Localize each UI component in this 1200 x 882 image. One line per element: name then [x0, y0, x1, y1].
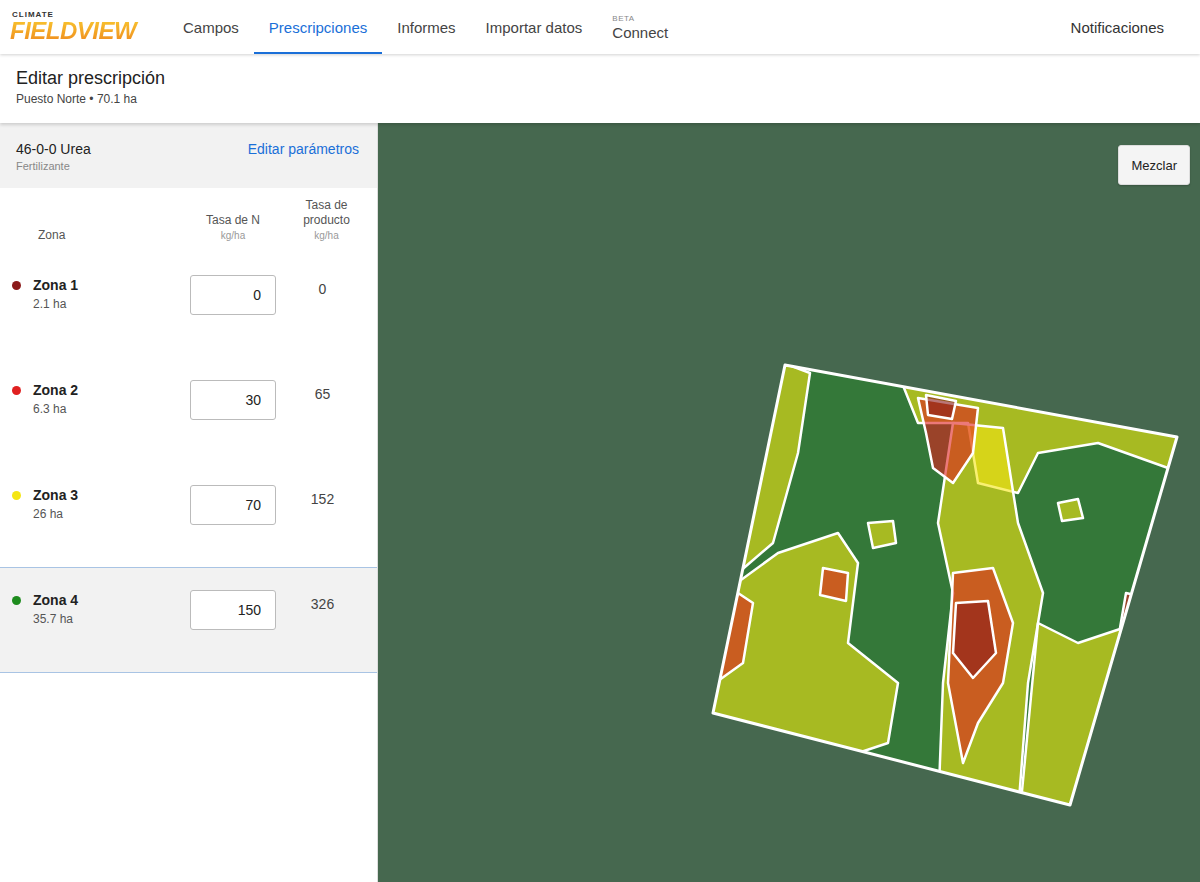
product-rate: 152: [276, 485, 377, 507]
zone-area: 6.3 ha: [33, 402, 78, 416]
edit-parameters-link[interactable]: Editar parámetros: [248, 141, 359, 157]
n-rate-input[interactable]: [190, 275, 276, 315]
product-rate: 0: [276, 275, 377, 297]
zone-area-shape: [868, 521, 896, 548]
logo-top: CLIMATE: [12, 11, 160, 19]
zone-area-shape: [703, 533, 898, 763]
logo[interactable]: CLIMATEFIELDVIEW: [10, 0, 160, 54]
zone-dot: [12, 386, 21, 395]
prescription-panel: 46-0-0 Urea Fertilizante Editar parámetros…: [0, 123, 378, 882]
zone-area-shape: [1058, 499, 1083, 521]
nav-badge: BETA: [612, 14, 634, 23]
product-rate: 326: [276, 590, 377, 612]
zone-area-shape: [708, 593, 753, 688]
zone-column: Zona: [12, 228, 190, 243]
zone-row[interactable]: Zona 1 2.1 ha 0: [0, 252, 377, 358]
zone-area-shape: [820, 568, 848, 601]
page-subtitle: Puesto Norte • 70.1 ha: [16, 92, 1184, 106]
n-rate-input[interactable]: [190, 590, 276, 630]
zone-row[interactable]: Zona 2 6.3 ha 65: [0, 357, 377, 463]
nav-item[interactable]: BETAConnect: [597, 0, 683, 54]
notifications-link[interactable]: Notificaciones: [1071, 0, 1200, 54]
nav-item[interactable]: Campos: [168, 0, 254, 54]
n-rate-input[interactable]: [190, 380, 276, 420]
zone-row[interactable]: Zona 4 35.7 ha 326: [0, 567, 377, 673]
zone-area-shape: [1018, 583, 1188, 833]
product-type: Fertilizante: [16, 160, 91, 172]
nav: CamposPrescripcionesInformesImportar dat…: [168, 0, 683, 54]
n-rate-input[interactable]: [190, 485, 276, 525]
zone-area: 2.1 ha: [33, 297, 78, 311]
zone-row[interactable]: Zona 3 26 ha 152: [0, 462, 377, 568]
title-bar: Editar prescripción Puesto Norte • 70.1 h…: [0, 54, 1200, 123]
product-header: 46-0-0 Urea Fertilizante Editar parámetros: [0, 123, 377, 188]
zone-name: Zona 1: [33, 277, 78, 293]
content: 46-0-0 Urea Fertilizante Editar parámetros…: [0, 123, 1200, 882]
zone-area-shape: [953, 601, 996, 678]
top-bar: CLIMATEFIELDVIEWCamposPrescripcionesInfo…: [0, 0, 1200, 54]
nav-item[interactable]: Importar datos: [471, 0, 598, 54]
product-rate: 65: [276, 380, 377, 402]
zone-area: 26 ha: [33, 507, 78, 521]
zone-overlay: [378, 123, 1200, 882]
product-name: 46-0-0 Urea: [16, 141, 91, 157]
field-boundary: [713, 365, 1177, 805]
zone-dot: [12, 281, 21, 290]
zone-dot: [12, 491, 21, 500]
zone-dot: [12, 596, 21, 605]
zone-area: 35.7 ha: [33, 612, 78, 626]
zone-name: Zona 2: [33, 382, 78, 398]
zone-name: Zona 4: [33, 592, 78, 608]
nav-item[interactable]: Prescripciones: [254, 0, 382, 54]
mix-button[interactable]: Mezclar: [1118, 145, 1190, 185]
zone-area-shape: [898, 373, 1183, 493]
nav-item[interactable]: Informes: [382, 0, 470, 54]
column-header: ZonaTasa de Nkg/haTasa de productokg/ha: [0, 188, 377, 253]
zone-area-shape: [948, 568, 1013, 763]
satellite-map[interactable]: Mezclar: [378, 123, 1200, 882]
product-rate-column: Tasa de productokg/ha: [276, 198, 377, 243]
zone-area-shape: [926, 395, 956, 419]
zone-name: Zona 3: [33, 487, 78, 503]
logo-main: FIELDVIEW: [10, 19, 160, 43]
app: CLIMATEFIELDVIEWCamposPrescripcionesInfo…: [0, 0, 1200, 882]
n-rate-column: Tasa de Nkg/ha: [190, 213, 276, 243]
page-title: Editar prescripción: [16, 68, 1184, 89]
